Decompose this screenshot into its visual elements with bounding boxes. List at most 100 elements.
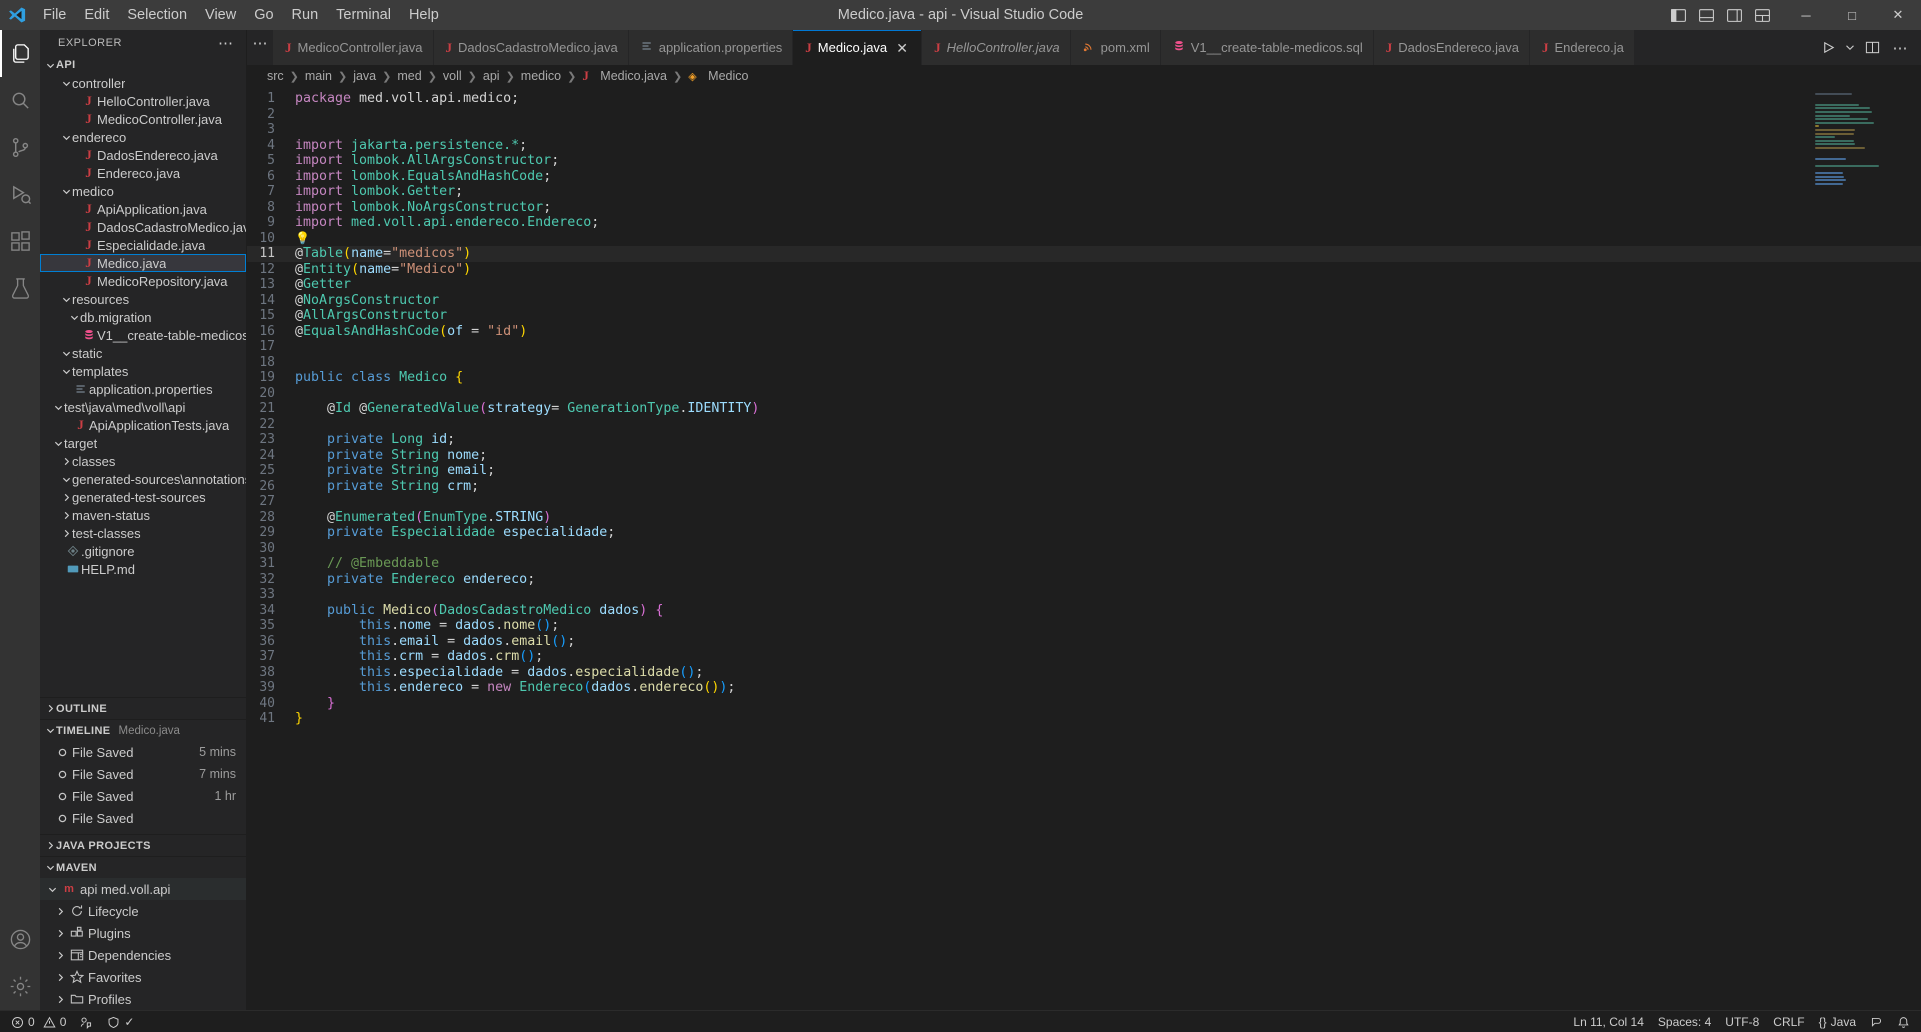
- code-line[interactable]: 11 @Table(name="medicos"): [247, 246, 1921, 262]
- code-line[interactable]: 28 @Enumerated(EnumType.STRING): [247, 510, 1921, 526]
- code-line[interactable]: 26 private String crm;: [247, 479, 1921, 495]
- tree-item-medico[interactable]: medico: [40, 182, 246, 200]
- menu-run[interactable]: Run: [283, 4, 328, 26]
- code-line[interactable]: 33: [247, 587, 1921, 603]
- code-line[interactable]: 12 @Entity(name="Medico"): [247, 262, 1921, 278]
- timeline-item[interactable]: File Saved 1 hr: [40, 785, 246, 807]
- chevron-right-icon[interactable]: [60, 529, 72, 538]
- tree-item-db-migration[interactable]: db.migration: [40, 308, 246, 326]
- code-line[interactable]: 16 @EqualsAndHashCode(of = "id"): [247, 324, 1921, 340]
- code-line[interactable]: 17: [247, 339, 1921, 355]
- menu-file[interactable]: File: [34, 4, 75, 26]
- tree-item-target[interactable]: target: [40, 434, 246, 452]
- code-line[interactable]: 41}: [247, 711, 1921, 727]
- toggle-primary-sidebar-icon[interactable]: [1665, 2, 1691, 28]
- tree-item-hellocontroller-java[interactable]: J HelloController.java: [40, 92, 246, 110]
- tab-close-icon[interactable]: ✕: [893, 41, 911, 55]
- chevron-down-icon[interactable]: [68, 313, 80, 322]
- tree-item-medicorepository-java[interactable]: J MedicoRepository.java: [40, 272, 246, 290]
- tree-item-gitignore[interactable]: .gitignore: [40, 542, 246, 560]
- activity-run-and-debug[interactable]: [0, 171, 40, 218]
- maximize-button[interactable]: □: [1829, 0, 1875, 30]
- code-line[interactable]: 31 // @Embeddable: [247, 556, 1921, 572]
- breadcrumb-src[interactable]: src: [267, 69, 284, 83]
- code-line[interactable]: 8 import lombok.NoArgsConstructor;: [247, 200, 1921, 216]
- minimap[interactable]: [1815, 93, 1907, 185]
- activity-search[interactable]: [0, 77, 40, 124]
- explorer-tree-container[interactable]: API controller J HelloController.java J Medic…: [40, 56, 246, 697]
- sidebar-more-actions-icon[interactable]: ⋯: [218, 34, 240, 52]
- file-tree[interactable]: API controller J HelloController.java J Medic…: [40, 56, 246, 578]
- code-line[interactable]: 6 import lombok.EqualsAndHashCode;: [247, 169, 1921, 185]
- close-button[interactable]: ✕: [1875, 0, 1921, 30]
- tree-item-especialidade-java[interactable]: J Especialidade.java: [40, 236, 246, 254]
- breadcrumb-voll[interactable]: voll: [443, 69, 462, 83]
- tree-item-dadosendereco-java[interactable]: J DadosEndereco.java: [40, 146, 246, 164]
- maven-list[interactable]: Lifecycle Plugins Dependencies Favorites Pro…: [40, 900, 246, 1010]
- tree-item-static[interactable]: static: [40, 344, 246, 362]
- tab-hellocontroller-java[interactable]: J HelloController.java: [922, 30, 1071, 65]
- maven-project-row[interactable]: m api med.voll.api: [40, 878, 246, 900]
- code-line[interactable]: 19 public class Medico {: [247, 370, 1921, 386]
- chevron-right-icon[interactable]: [54, 995, 66, 1004]
- section-maven[interactable]: MAVEN: [40, 856, 246, 878]
- tab-dadoscadastromedico-java[interactable]: J DadosCadastroMedico.java: [433, 30, 629, 65]
- status-spring-boot[interactable]: ✓: [100, 1011, 141, 1032]
- maven-item-lifecycle[interactable]: Lifecycle: [40, 900, 246, 922]
- menu-view[interactable]: View: [196, 4, 245, 26]
- timeline-item[interactable]: File Saved 7 mins: [40, 763, 246, 785]
- tree-item-resources[interactable]: resources: [40, 290, 246, 308]
- tree-item-maven-status[interactable]: maven-status: [40, 506, 246, 524]
- more-actions-icon[interactable]: ⋯: [1887, 35, 1913, 61]
- code-line[interactable]: 30: [247, 541, 1921, 557]
- chevron-down-icon[interactable]: [60, 367, 72, 376]
- code-line[interactable]: 9 import med.voll.api.endereco.Endereco;: [247, 215, 1921, 231]
- chevron-right-icon[interactable]: [60, 511, 72, 520]
- code-line[interactable]: 32 private Endereco endereco;: [247, 572, 1921, 588]
- breadcrumb-java[interactable]: java: [353, 69, 376, 83]
- status-editor-position[interactable]: Ln 11, Col 14: [1566, 1011, 1651, 1032]
- tab-pom-xml[interactable]: pom.xml: [1070, 30, 1161, 65]
- code-line[interactable]: 13 @Getter: [247, 277, 1921, 293]
- toggle-secondary-sidebar-icon[interactable]: [1721, 2, 1747, 28]
- activity-testing[interactable]: [0, 265, 40, 312]
- code-line[interactable]: 40 }: [247, 696, 1921, 712]
- code-line[interactable]: 10 💡: [247, 231, 1921, 247]
- code-line[interactable]: 34 public Medico(DadosCadastroMedico dad…: [247, 603, 1921, 619]
- status-eol[interactable]: CRLF: [1766, 1011, 1811, 1032]
- menu-bar[interactable]: File Edit Selection View Go Run Terminal…: [34, 4, 448, 26]
- tab-dadosendereco-java[interactable]: J DadosEndereco.java: [1373, 30, 1530, 65]
- tree-item-dadoscadastromedico-java[interactable]: J DadosCadastroMedico.java: [40, 218, 246, 236]
- code-editor[interactable]: 1 package med.voll.api.medico; 2 3 4 import j…: [247, 87, 1921, 1010]
- code-line[interactable]: 27: [247, 494, 1921, 510]
- status-live-share[interactable]: [73, 1011, 100, 1032]
- code-line[interactable]: 7 import lombok.Getter;: [247, 184, 1921, 200]
- code-line[interactable]: 23 private Long id;: [247, 432, 1921, 448]
- tree-item-medico-java[interactable]: J Medico.java: [40, 254, 246, 272]
- breadcrumb-med[interactable]: med: [397, 69, 421, 83]
- status-encoding[interactable]: UTF-8: [1718, 1011, 1766, 1032]
- chevron-down-icon[interactable]: [60, 475, 72, 484]
- code-line[interactable]: 1 package med.voll.api.medico;: [247, 91, 1921, 107]
- chevron-down-icon[interactable]: [1843, 35, 1857, 61]
- status-feedback[interactable]: [1863, 1011, 1890, 1032]
- chevron-down-icon[interactable]: [60, 295, 72, 304]
- chevron-down-icon[interactable]: [52, 439, 64, 448]
- menu-edit[interactable]: Edit: [75, 4, 118, 26]
- maven-item-profiles[interactable]: Profiles: [40, 988, 246, 1010]
- code-line[interactable]: 4 import jakarta.persistence.*;: [247, 138, 1921, 154]
- breadcrumb-symbol[interactable]: ◈ Medico: [688, 69, 748, 83]
- tree-item-classes[interactable]: classes: [40, 452, 246, 470]
- code-line[interactable]: 25 private String email;: [247, 463, 1921, 479]
- tree-item-generated-sources-annotations[interactable]: generated-sources\annotations: [40, 470, 246, 488]
- breadcrumb-api[interactable]: api: [483, 69, 500, 83]
- status-language-mode[interactable]: {} Java: [1812, 1011, 1863, 1032]
- activity-source-control[interactable]: [0, 124, 40, 171]
- code-line[interactable]: 36 this.email = dados.email();: [247, 634, 1921, 650]
- breadcrumb-medico[interactable]: medico: [521, 69, 561, 83]
- chevron-down-icon[interactable]: [60, 349, 72, 358]
- chevron-down-icon[interactable]: [44, 61, 56, 70]
- code-line[interactable]: 24 private String nome;: [247, 448, 1921, 464]
- code-line[interactable]: 14 @NoArgsConstructor: [247, 293, 1921, 309]
- status-problems[interactable]: 0 0: [4, 1011, 73, 1032]
